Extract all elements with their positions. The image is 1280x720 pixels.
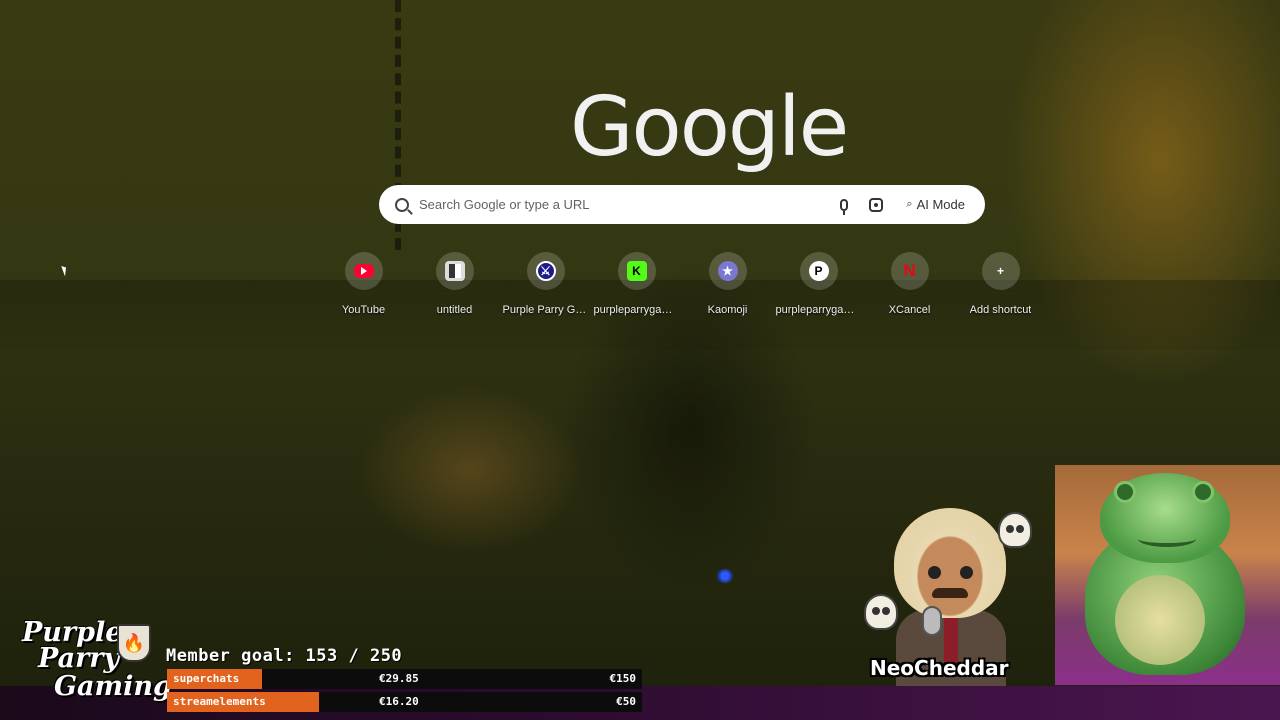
shortcut-label: purpleparrygam... [593, 304, 680, 316]
ai-mode-button[interactable]: ⌕ AI Mode [896, 191, 975, 219]
shortcut-label: purpleparrygam... [775, 304, 862, 316]
channel-logo-line3: Gaming [54, 671, 172, 702]
shortcut-label: YouTube [341, 304, 386, 316]
shortcut-icon-container: ⚔ [526, 252, 565, 290]
donation-bar-current: €29.85 [379, 672, 419, 685]
document-icon [444, 261, 465, 281]
shortcut-label: Purple Parry Ga... [502, 304, 589, 316]
plus-icon: + [996, 264, 1004, 278]
shortcut-patreon[interactable]: P purpleparrygam... [773, 252, 864, 316]
purple-parry-icon: ⚔ [535, 261, 556, 281]
frog-mouth [1138, 531, 1196, 547]
xcancel-icon: N [903, 261, 916, 280]
avatar-eye [928, 566, 941, 579]
shortcut-youtube[interactable]: YouTube [318, 252, 409, 316]
shortcut-icon-container: P [799, 252, 838, 290]
shortcut-icon-container: N [890, 252, 929, 290]
donation-bar-name: superchats [173, 672, 240, 685]
search-icon [395, 197, 409, 212]
kaomoji-icon: ★ [717, 261, 738, 281]
ai-mode-label: AI Mode [916, 197, 965, 212]
flame-shield-icon: 🔥 [117, 624, 151, 662]
shortcut-add[interactable]: + Add shortcut [955, 252, 1046, 316]
shortcut-label: XCancel [888, 304, 931, 316]
youtube-icon [353, 264, 374, 278]
image-search-button[interactable] [864, 193, 888, 217]
channel-logo: Purple Parry Gaming 🔥 [4, 618, 172, 714]
frog-eye [1114, 481, 1136, 503]
donation-bar-target: €50 [616, 695, 636, 708]
patreon-icon: P [808, 261, 829, 281]
ai-mode-icon: ⌕ [906, 198, 913, 210]
shortcut-untitled[interactable]: untitled [409, 252, 500, 316]
frog-head [1100, 473, 1230, 563]
shortcut-kaomoji[interactable]: ★ Kaomoji [682, 252, 773, 316]
google-logo: Google [570, 80, 849, 175]
webcam-frog-feed [1055, 465, 1280, 685]
shortcut-xcancel[interactable]: N XCancel [864, 252, 955, 316]
donation-bar-superchats: superchats €29.85 €150 [167, 669, 642, 689]
avatar-moustache [932, 588, 968, 598]
donation-bar-name: streamelements [173, 695, 266, 708]
shortcut-label: untitled [436, 304, 473, 316]
frog-eye [1192, 481, 1214, 503]
search-box[interactable]: ⌕ AI Mode [379, 185, 985, 224]
avatar-head [894, 508, 1006, 618]
avatar-eye [960, 566, 973, 579]
donation-bar-target: €150 [609, 672, 637, 685]
skull-icon [864, 594, 898, 630]
shortcuts-row: YouTube untitled ⚔ Purple Parry Ga... K … [318, 252, 1046, 316]
member-goal-text: Member goal: 153 / 250 [166, 646, 403, 666]
google-lens-icon [869, 197, 884, 212]
shortcut-label: Add shortcut [969, 304, 1032, 316]
search-input[interactable] [419, 197, 825, 212]
donation-bar-streamelements: streamelements €16.20 €50 [167, 692, 642, 712]
frog-belly [1115, 575, 1205, 665]
kick-icon: K [626, 261, 647, 281]
shortcut-kick[interactable]: K purpleparrygam... [591, 252, 682, 316]
donation-bar-current: €16.20 [379, 695, 419, 708]
voice-search-button[interactable] [832, 193, 856, 217]
skull-icon [998, 512, 1032, 548]
microphone-icon [840, 198, 849, 215]
shortcut-purple-parry[interactable]: ⚔ Purple Parry Ga... [500, 252, 591, 316]
shortcut-icon-container [435, 252, 474, 290]
mouse-cursor-icon [61, 264, 69, 277]
microphone-icon [922, 606, 942, 636]
donation-bars: superchats €29.85 €150 streamelements €1… [167, 669, 642, 715]
shortcut-label: Kaomoji [707, 304, 748, 316]
shortcut-icon-container: ★ [708, 252, 747, 290]
shortcut-icon-container: + [981, 252, 1020, 290]
shortcut-icon-container: K [617, 252, 656, 290]
shortcut-icon-container [344, 252, 383, 290]
blue-light-spot [716, 569, 734, 583]
avatar-name-label: NeoCheddar [870, 656, 1009, 680]
channel-logo-line2: Parry [38, 643, 120, 674]
